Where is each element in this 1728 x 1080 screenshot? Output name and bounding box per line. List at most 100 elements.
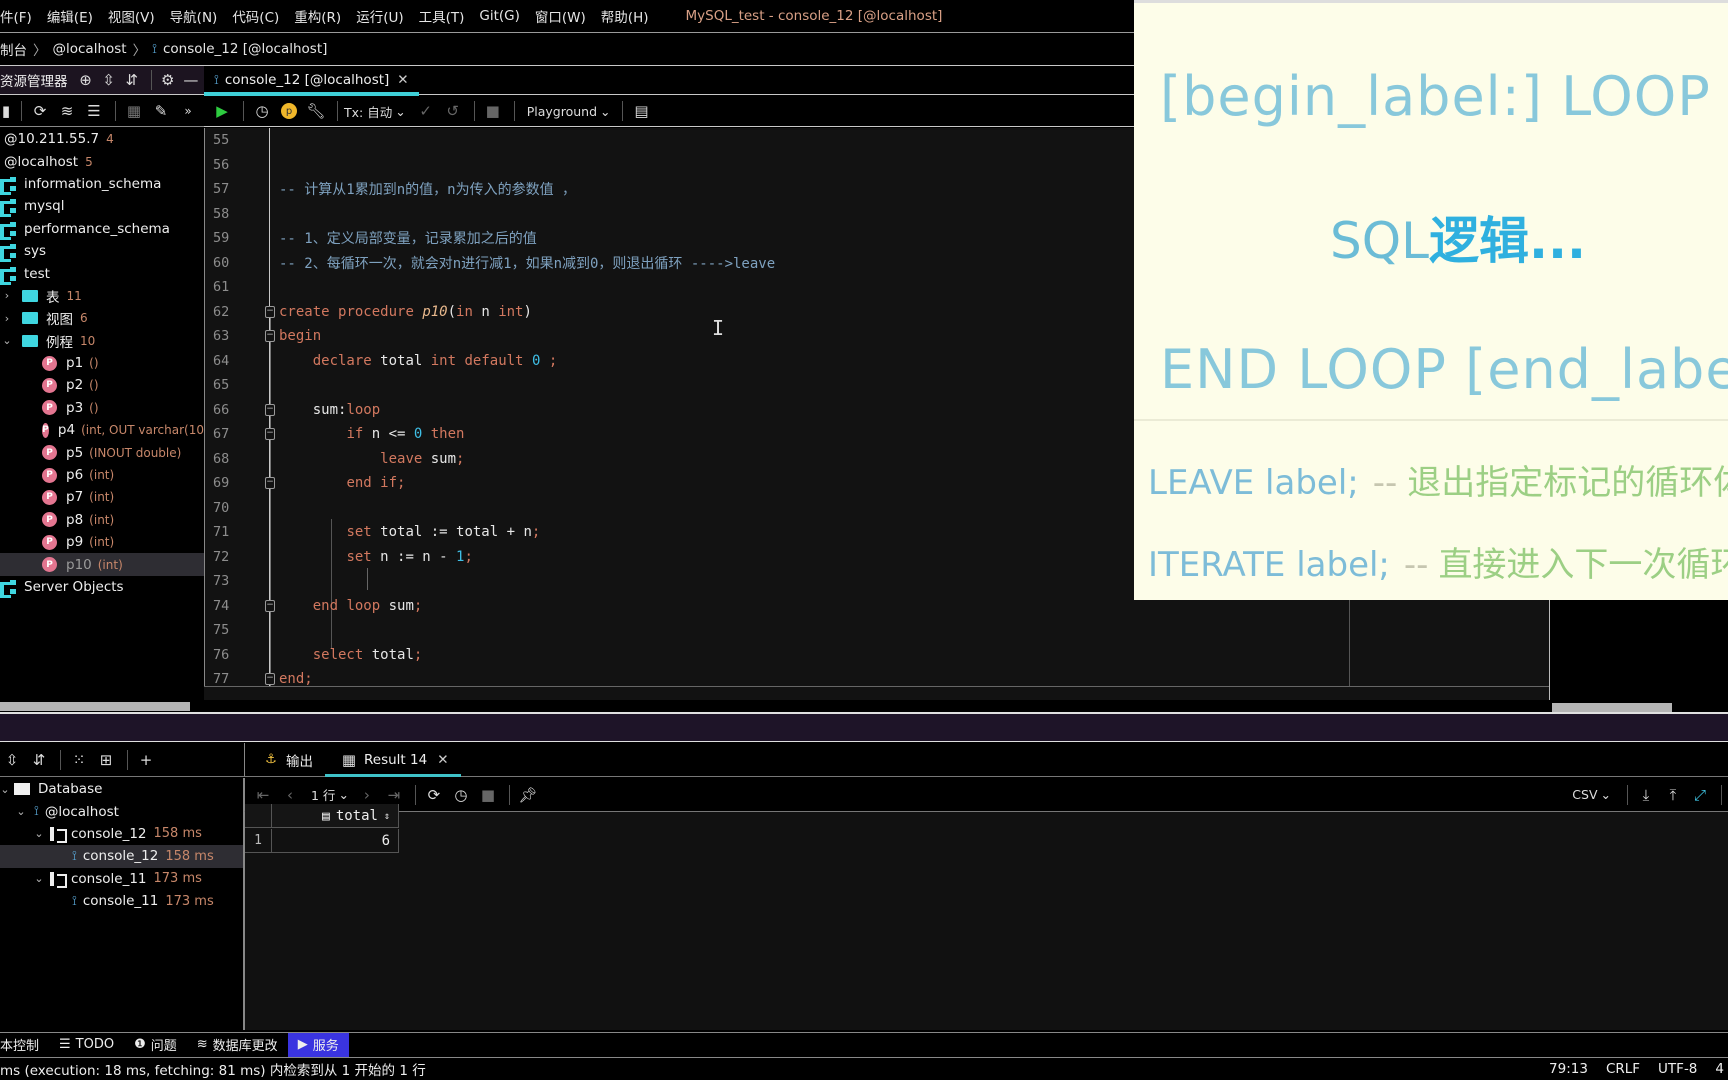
code-line[interactable]: 75: [205, 618, 1549, 643]
tx-mode-select[interactable]: Tx: 自动: [344, 102, 392, 121]
tree-routine-p10[interactable]: Pp10 (int): [0, 553, 204, 576]
menu-git[interactable]: Git(G): [479, 8, 520, 24]
fold-toggle-icon[interactable]: −: [265, 599, 275, 612]
tree-routine-p5[interactable]: Pp5 (INOUT double): [0, 441, 204, 463]
chevron-down-icon[interactable]: ⌄: [0, 783, 10, 796]
chevron-right-icon[interactable]: ›: [0, 312, 14, 325]
stop-icon[interactable]: ■: [481, 99, 505, 123]
rows-selector[interactable]: 1 行: [311, 785, 335, 804]
edit-icon[interactable]: ✎: [149, 99, 173, 123]
tree-routine-p1[interactable]: Pp1(): [0, 352, 204, 374]
tree-folder-views[interactable]: › 视图 6: [0, 307, 204, 329]
tree-schema-performance-schema[interactable]: performance_schema: [0, 218, 204, 240]
svc-node-localhost[interactable]: ⌄ ⟟ @localhost: [0, 800, 243, 822]
editor-horizontal-scrollbar[interactable]: [204, 686, 1549, 700]
last-page-icon[interactable]: ⇥: [382, 783, 406, 807]
chevron-down-icon[interactable]: ⌄: [14, 805, 28, 818]
compare-icon[interactable]: ⤢: [1688, 783, 1712, 807]
minimize-icon[interactable]: —: [181, 68, 201, 92]
tree-routine-p8[interactable]: Pp8 (int): [0, 509, 204, 531]
menu-refactor[interactable]: 重构(R): [294, 6, 341, 26]
export-format-select[interactable]: CSV: [1572, 787, 1597, 802]
menu-view[interactable]: 视图(V): [108, 6, 155, 26]
layout-icon[interactable]: ▤: [629, 99, 653, 123]
svc-node-console-11[interactable]: ⟟ console_11 173 ms: [0, 890, 243, 912]
chevron-down-icon[interactable]: ⌄: [32, 827, 46, 840]
chevron-down-icon[interactable]: ⌄: [32, 872, 46, 885]
parameters-icon[interactable]: p: [277, 99, 301, 123]
horizontal-scrollbar[interactable]: [0, 702, 190, 711]
first-page-icon[interactable]: ⇤: [251, 783, 275, 807]
menu-edit[interactable]: 编辑(E): [47, 6, 93, 26]
menu-help[interactable]: 帮助(H): [601, 6, 649, 26]
svc-node-console-12[interactable]: ⟟ console_12 158 ms: [0, 845, 243, 868]
properties-icon[interactable]: ▮: [0, 99, 12, 123]
column-header-total[interactable]: ▤ total ⇕: [272, 804, 399, 828]
file-encoding[interactable]: UTF-8: [1658, 1061, 1697, 1077]
crosshair-icon[interactable]: ⊕: [76, 68, 96, 92]
tree-folder-tables[interactable]: › 表 11: [0, 285, 204, 307]
tree-host-remote[interactable]: @10.211.55.7 4: [0, 128, 204, 150]
tab-problems[interactable]: ❶ 问题: [124, 1033, 187, 1057]
breadcrumb-item-console-file[interactable]: console_12 [@localhost]: [163, 41, 327, 57]
tree-schema-mysql[interactable]: mysql: [0, 195, 204, 218]
tab-result-14[interactable]: ▦ Result 14 ✕: [325, 743, 461, 777]
close-icon[interactable]: ✕: [397, 72, 408, 88]
more-icon[interactable]: »: [176, 99, 200, 123]
tab-console-12[interactable]: ⟟ console_12 [@localhost] ✕: [204, 66, 419, 96]
breadcrumb-item-console[interactable]: 制台: [0, 39, 27, 59]
tab-db-changes[interactable]: ≋ 数据库更改: [187, 1033, 288, 1057]
tree-routine-p7[interactable]: Pp7 (int): [0, 486, 204, 508]
line-ending[interactable]: CRLF: [1606, 1061, 1640, 1077]
collapse-all-icon[interactable]: ⇵: [27, 748, 51, 772]
tab-services[interactable]: ▶ 服务: [287, 1032, 349, 1057]
tree-schema-sys[interactable]: sys: [0, 240, 204, 263]
tree-routine-p3[interactable]: Pp3(): [0, 397, 204, 419]
expand-all-icon[interactable]: ⇳: [99, 68, 119, 92]
stop-icon[interactable]: ■: [476, 783, 500, 807]
svc-node-session-console-12[interactable]: ⌄ console_12 158 ms: [0, 823, 243, 845]
gear-icon[interactable]: ⚙: [158, 68, 178, 92]
next-page-icon[interactable]: ›: [355, 783, 379, 807]
fold-toggle-icon[interactable]: −: [265, 428, 275, 440]
tree-schema-test[interactable]: test: [0, 262, 204, 285]
pin-icon[interactable]: 📌︎: [516, 783, 540, 807]
add-icon[interactable]: +: [134, 748, 158, 772]
fold-toggle-icon[interactable]: −: [265, 477, 275, 489]
tree-schema-information-schema[interactable]: information_schema: [0, 173, 204, 195]
table-row[interactable]: 1 6: [245, 828, 399, 853]
group-icon[interactable]: ⁙: [67, 748, 91, 772]
tree-host-localhost[interactable]: @localhost 5: [0, 150, 204, 172]
tree-server-objects[interactable]: Server Objects: [0, 576, 204, 598]
commit-icon[interactable]: ✓: [414, 99, 438, 123]
tab-output[interactable]: ⚓ 输出: [247, 743, 325, 776]
menu-code[interactable]: 代码(C): [232, 6, 279, 26]
tab-version-control[interactable]: 本控制: [0, 1033, 49, 1057]
chevron-down-icon[interactable]: ⌄: [0, 334, 14, 347]
fold-toggle-icon[interactable]: −: [265, 673, 275, 685]
history-icon[interactable]: ◷: [250, 99, 274, 123]
refresh-icon[interactable]: ⟳: [422, 783, 446, 807]
execute-icon[interactable]: ▶: [210, 99, 234, 123]
download-icon[interactable]: ⤓: [1634, 783, 1658, 807]
fold-toggle-icon[interactable]: −: [265, 403, 275, 416]
collapse-all-icon[interactable]: ⇵: [122, 68, 142, 92]
fold-toggle-icon[interactable]: −: [265, 330, 275, 342]
sort-icon[interactable]: ⇕: [384, 811, 390, 822]
prev-page-icon[interactable]: ‹: [278, 783, 302, 807]
fold-toggle-icon[interactable]: −: [265, 305, 275, 318]
tree-folder-routines[interactable]: ⌄ 例程 10: [0, 330, 204, 352]
expand-all-icon[interactable]: ⇳: [0, 748, 24, 772]
upload-icon[interactable]: ⤒: [1661, 783, 1685, 807]
menu-tools[interactable]: 工具(T): [419, 6, 465, 26]
db-settings-icon[interactable]: ≋: [55, 99, 79, 123]
history-icon[interactable]: ◷: [449, 783, 473, 807]
svc-node-database[interactable]: ⌄ Database: [0, 778, 243, 800]
code-line[interactable]: 76 select total;: [205, 643, 1549, 668]
playground-select[interactable]: Playground: [527, 104, 597, 119]
cursor-position[interactable]: 79:13: [1549, 1061, 1588, 1077]
tree-routine-p9[interactable]: Pp9 (int): [0, 531, 204, 553]
indent-setting[interactable]: 4: [1715, 1061, 1724, 1077]
menu-file[interactable]: 件(F): [0, 6, 32, 26]
refresh-icon[interactable]: ⟳: [28, 99, 52, 123]
